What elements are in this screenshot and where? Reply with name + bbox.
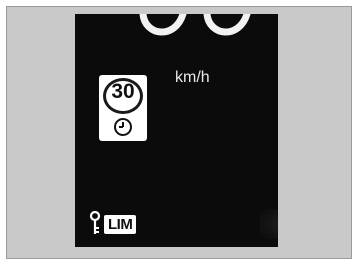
display-glare [260, 209, 278, 239]
key-icon [89, 210, 101, 234]
instrument-display: km/h 30 LIM [75, 14, 278, 247]
speed-limit-value: 30 [111, 80, 135, 103]
illustration-frame: km/h 30 LIM [6, 6, 352, 259]
speed-limit-sign: 30 [99, 75, 147, 141]
limiter-label: LIM [104, 215, 137, 234]
speedometer-digits-partial [139, 14, 251, 36]
clock-icon [114, 118, 132, 136]
speed-unit-label: km/h [175, 69, 210, 86]
